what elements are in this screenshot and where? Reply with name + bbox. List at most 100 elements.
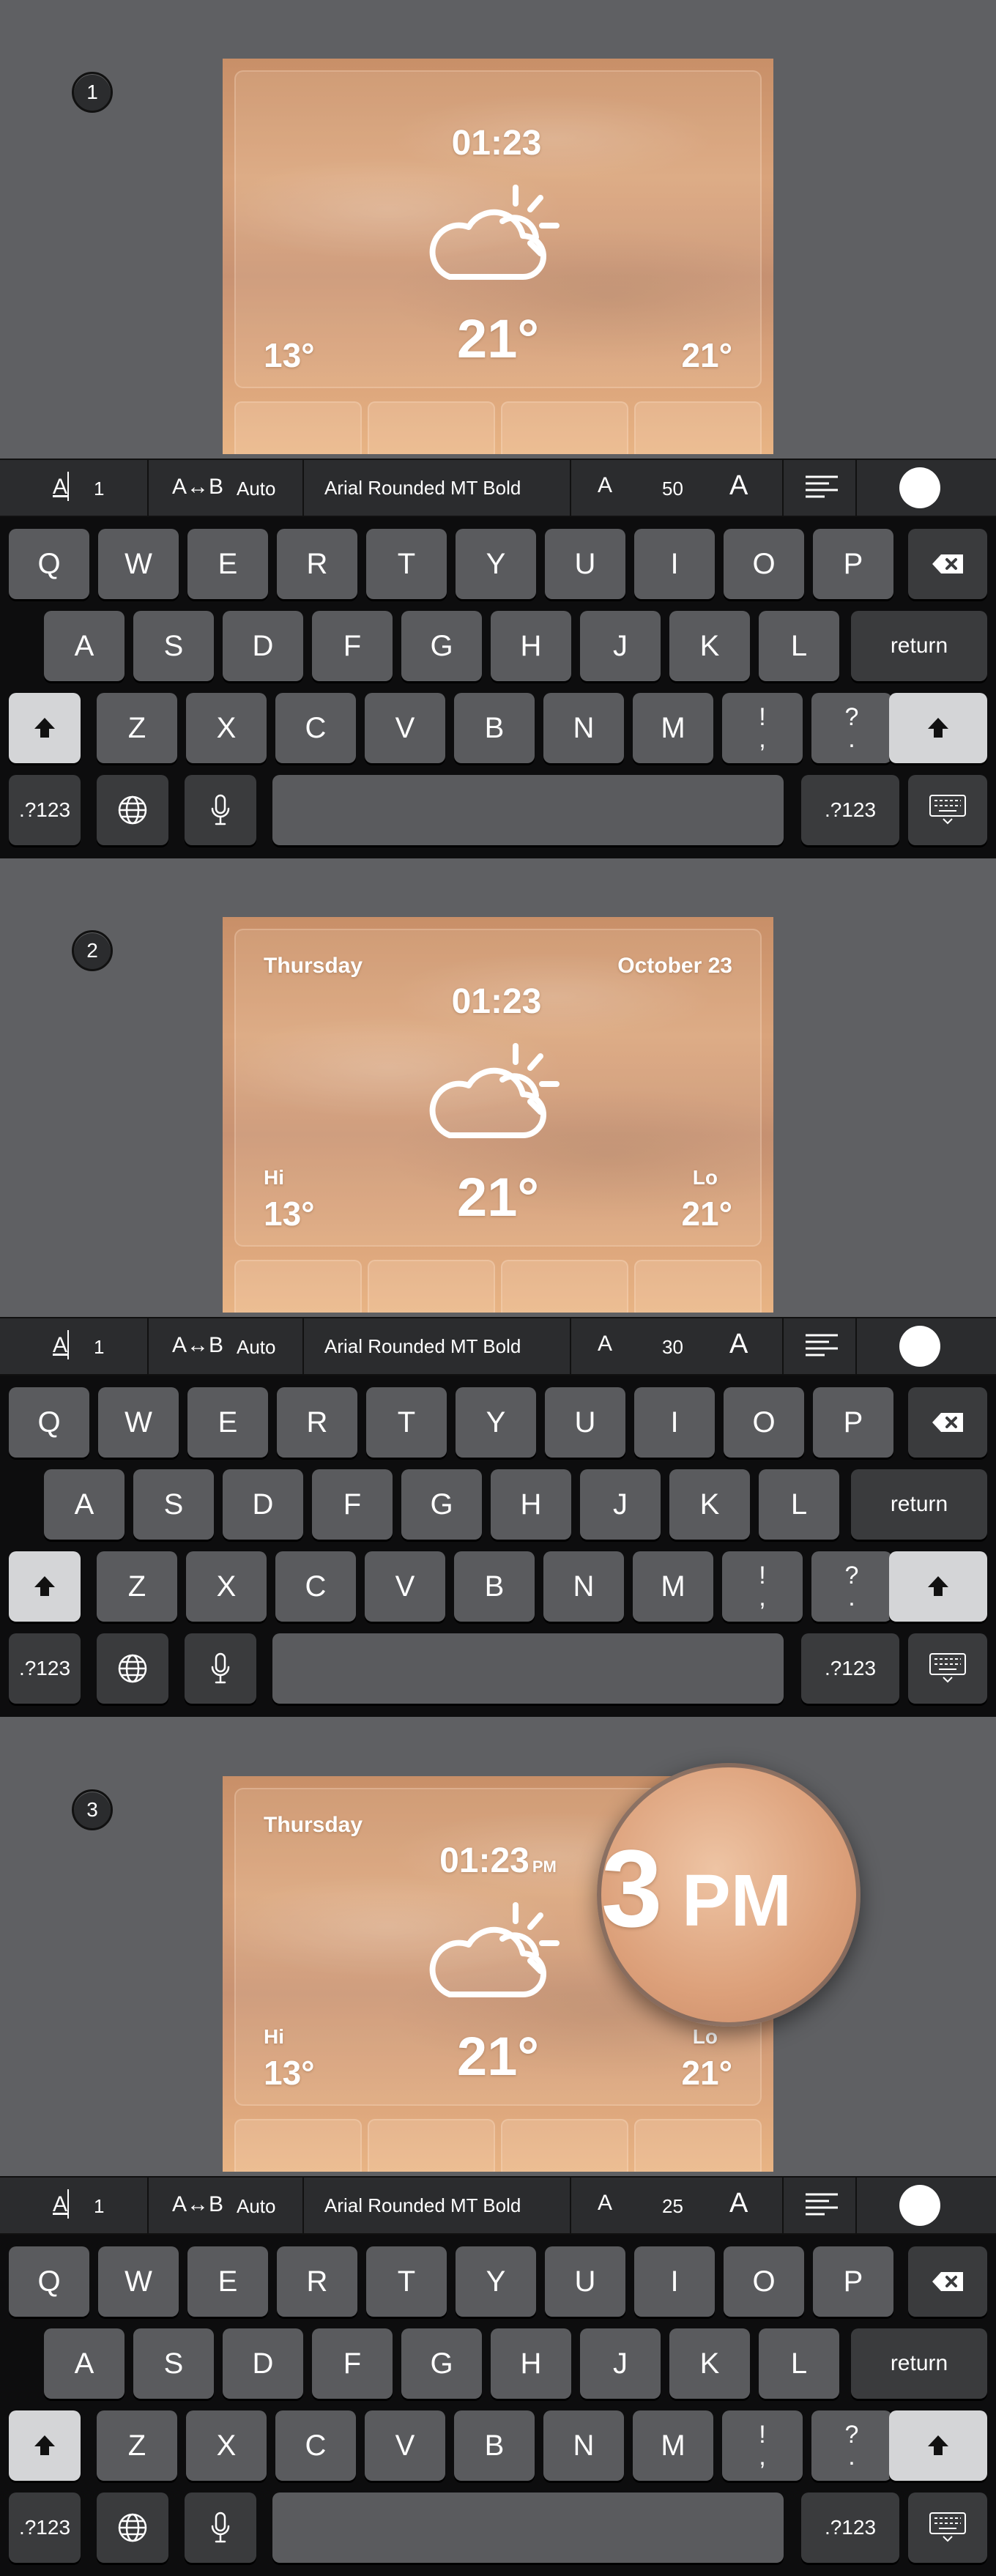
key-n[interactable]: N — [543, 2410, 624, 2481]
key-g[interactable]: G — [401, 1469, 482, 1540]
dictation-key[interactable] — [185, 1633, 256, 1704]
key-r[interactable]: R — [277, 2246, 357, 2317]
key-k[interactable]: K — [669, 2328, 750, 2399]
key-g[interactable]: G — [401, 2328, 482, 2399]
key-r[interactable]: R — [277, 529, 357, 599]
key-l[interactable]: L — [759, 1469, 839, 1540]
case-control[interactable]: A↔B Auto — [149, 1318, 304, 1374]
key-p[interactable]: P — [813, 529, 893, 599]
decrease-size-button[interactable]: A — [598, 473, 612, 498]
key-f[interactable]: F — [312, 2328, 393, 2399]
key-j[interactable]: J — [580, 611, 661, 681]
hide-keyboard-key[interactable] — [908, 2493, 987, 2563]
key-s[interactable]: S — [133, 611, 214, 681]
hide-keyboard-key[interactable] — [908, 1633, 987, 1704]
key-m[interactable]: M — [633, 693, 713, 763]
increase-size-button[interactable]: A — [729, 470, 748, 502]
key-z[interactable]: Z — [97, 1551, 177, 1622]
font-picker[interactable]: Arial Rounded MT Bold — [304, 1318, 571, 1374]
key-a[interactable]: A — [44, 1469, 124, 1540]
numbers-key-right[interactable]: .?123 — [801, 1633, 899, 1704]
color-swatch[interactable] — [899, 467, 940, 508]
key-d[interactable]: D — [223, 2328, 303, 2399]
key-exclamation[interactable]: !, — [722, 1551, 803, 1622]
lo-label[interactable]: Lo — [693, 1166, 718, 1189]
shift-right-key[interactable] — [889, 693, 987, 763]
decrease-size-button[interactable]: A — [598, 2191, 612, 2216]
key-t[interactable]: T — [366, 1387, 447, 1458]
hi-label[interactable]: Hi — [264, 2025, 284, 2049]
high-temperature[interactable]: 21° — [681, 335, 732, 375]
high-temperature[interactable]: 21° — [681, 1194, 732, 1233]
numbers-key-right[interactable]: .?123 — [801, 2493, 899, 2563]
alignment-button[interactable] — [784, 460, 857, 516]
key-t[interactable]: T — [366, 529, 447, 599]
shift-right-key[interactable] — [889, 2410, 987, 2481]
key-h[interactable]: H — [491, 611, 571, 681]
day-label[interactable]: Thursday — [264, 954, 363, 979]
low-temperature[interactable]: 13° — [264, 2053, 315, 2093]
key-n[interactable]: N — [543, 1551, 624, 1622]
space-bar[interactable] — [272, 775, 784, 845]
numbers-key-left[interactable]: .?123 — [9, 775, 81, 845]
case-control[interactable]: A↔B Auto — [149, 460, 304, 516]
key-u[interactable]: U — [545, 529, 625, 599]
color-swatch[interactable] — [899, 2185, 940, 2226]
key-s[interactable]: S — [133, 1469, 214, 1540]
key-f[interactable]: F — [312, 611, 393, 681]
decrease-size-button[interactable]: A — [598, 1332, 612, 1356]
color-control[interactable] — [857, 460, 996, 516]
alignment-button[interactable] — [784, 2178, 857, 2233]
color-control[interactable] — [857, 1318, 996, 1374]
numbers-key-left[interactable]: .?123 — [9, 2493, 81, 2563]
day-label[interactable]: Thursday — [264, 1813, 363, 1838]
key-c[interactable]: C — [275, 1551, 356, 1622]
font-picker[interactable]: Arial Rounded MT Bold — [304, 2178, 571, 2233]
key-exclamation[interactable]: !, — [722, 693, 803, 763]
key-y[interactable]: Y — [456, 2246, 536, 2317]
key-b[interactable]: B — [454, 693, 535, 763]
low-temperature[interactable]: 13° — [264, 335, 315, 375]
numbers-key-right[interactable]: .?123 — [801, 775, 899, 845]
key-x[interactable]: X — [186, 2410, 267, 2481]
key-d[interactable]: D — [223, 1469, 303, 1540]
shift-left-key[interactable] — [9, 693, 81, 763]
shift-left-key[interactable] — [9, 1551, 81, 1622]
space-bar[interactable] — [272, 1633, 784, 1704]
key-question[interactable]: ?. — [811, 1551, 892, 1622]
key-l[interactable]: L — [759, 2328, 839, 2399]
key-e[interactable]: E — [187, 529, 268, 599]
key-k[interactable]: K — [669, 611, 750, 681]
globe-key[interactable] — [97, 1633, 168, 1704]
key-question[interactable]: ?. — [811, 693, 892, 763]
key-r[interactable]: R — [277, 1387, 357, 1458]
key-v[interactable]: V — [365, 1551, 445, 1622]
key-o[interactable]: O — [724, 529, 804, 599]
dictation-key[interactable] — [185, 775, 256, 845]
hide-keyboard-key[interactable] — [908, 775, 987, 845]
key-l[interactable]: L — [759, 611, 839, 681]
font-size-control[interactable]: A 50 A — [571, 460, 784, 516]
time-label[interactable]: 01:23 — [223, 123, 773, 163]
key-v[interactable]: V — [365, 693, 445, 763]
key-y[interactable]: Y — [456, 1387, 536, 1458]
key-i[interactable]: I — [634, 1387, 715, 1458]
tracking-control[interactable]: A 1 — [0, 2178, 149, 2233]
key-f[interactable]: F — [312, 1469, 393, 1540]
tracking-control[interactable]: A 1 — [0, 1318, 149, 1374]
key-p[interactable]: P — [813, 1387, 893, 1458]
key-v[interactable]: V — [365, 2410, 445, 2481]
key-x[interactable]: X — [186, 1551, 267, 1622]
key-j[interactable]: J — [580, 1469, 661, 1540]
dictation-key[interactable] — [185, 2493, 256, 2563]
key-d[interactable]: D — [223, 611, 303, 681]
high-temperature[interactable]: 21° — [681, 2053, 732, 2093]
key-k[interactable]: K — [669, 1469, 750, 1540]
date-label[interactable]: October 23 — [617, 954, 732, 979]
font-size-control[interactable]: A 30 A — [571, 1318, 784, 1374]
key-question[interactable]: ?. — [811, 2410, 892, 2481]
key-a[interactable]: A — [44, 2328, 124, 2399]
key-z[interactable]: Z — [97, 693, 177, 763]
low-temperature[interactable]: 13° — [264, 1194, 315, 1233]
key-c[interactable]: C — [275, 693, 356, 763]
